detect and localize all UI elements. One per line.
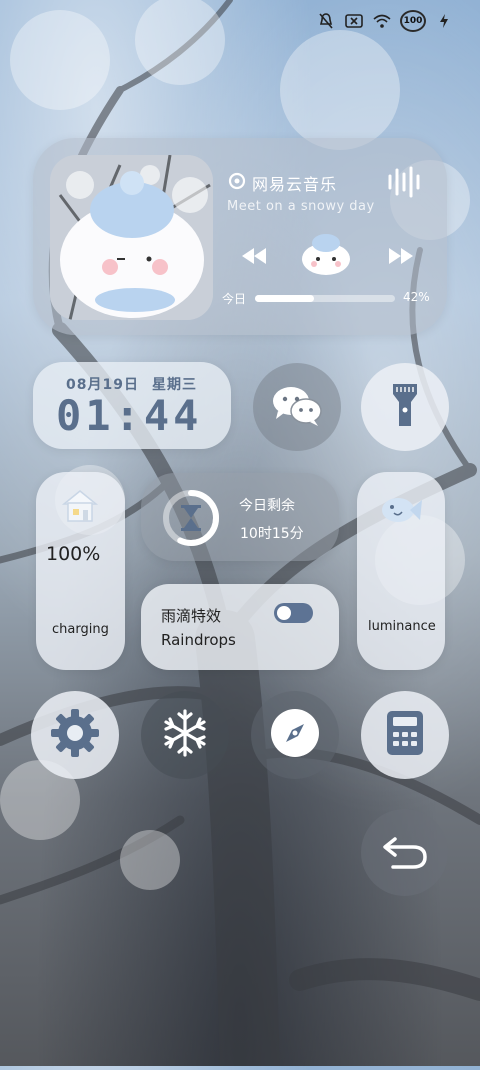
raindrops-title-cn: 雨滴特效 bbox=[161, 607, 222, 625]
fast-forward-icon[interactable] bbox=[387, 246, 415, 270]
snowflake-icon bbox=[160, 708, 210, 762]
battery-percent: 100% bbox=[46, 543, 101, 565]
song-title: Meet on a snowy day bbox=[227, 199, 375, 214]
mute-icon bbox=[316, 12, 336, 30]
progress-percent: 42% bbox=[403, 290, 430, 304]
netease-logo-icon bbox=[228, 172, 246, 194]
fish-icon bbox=[380, 495, 422, 529]
progress-label: 今日 bbox=[222, 292, 247, 306]
back-arrow-icon bbox=[381, 831, 429, 875]
raindrops-toggle[interactable] bbox=[274, 603, 313, 623]
no-sim-icon bbox=[344, 12, 364, 30]
remaining-value: 10时15分 bbox=[240, 526, 304, 542]
status-bar: 100 bbox=[316, 10, 454, 32]
music-app-name: 网易云音乐 bbox=[228, 171, 337, 195]
house-icon bbox=[60, 488, 100, 528]
rewind-icon[interactable] bbox=[240, 246, 268, 270]
calculator-button[interactable] bbox=[361, 691, 449, 779]
music-app-label: 网易云音乐 bbox=[252, 175, 338, 194]
remaining-title: 今日剩余 bbox=[239, 498, 295, 514]
compass-button[interactable] bbox=[251, 691, 339, 779]
raindrops-title-en: Raindrops bbox=[161, 631, 236, 649]
battery-icon: 100 bbox=[400, 10, 426, 32]
snowflake-button[interactable] bbox=[141, 691, 229, 779]
calculator-icon bbox=[386, 710, 424, 760]
flashlight-icon bbox=[391, 382, 419, 432]
album-mascot-icon[interactable] bbox=[300, 229, 352, 279]
clock-time: 01:44 bbox=[56, 391, 203, 440]
raindrops-widget[interactable] bbox=[141, 584, 339, 670]
settings-button[interactable] bbox=[31, 691, 119, 779]
album-cover[interactable] bbox=[50, 155, 213, 320]
wechat-button[interactable] bbox=[253, 363, 341, 451]
wechat-icon bbox=[270, 383, 324, 431]
back-button[interactable] bbox=[361, 809, 448, 896]
wifi-icon bbox=[372, 12, 392, 30]
hourglass-icon bbox=[179, 504, 203, 536]
settings-gear-icon bbox=[49, 707, 101, 763]
progress-fill bbox=[255, 295, 314, 302]
luminance-label: luminance bbox=[368, 619, 436, 634]
sound-wave-icon[interactable] bbox=[386, 166, 422, 202]
compass-icon bbox=[269, 707, 321, 763]
charging-bolt-icon bbox=[434, 12, 454, 30]
battery-status-label: charging bbox=[52, 622, 109, 637]
flashlight-button[interactable] bbox=[361, 363, 449, 451]
progress-bar[interactable] bbox=[255, 295, 395, 302]
toggle-knob bbox=[277, 606, 291, 620]
